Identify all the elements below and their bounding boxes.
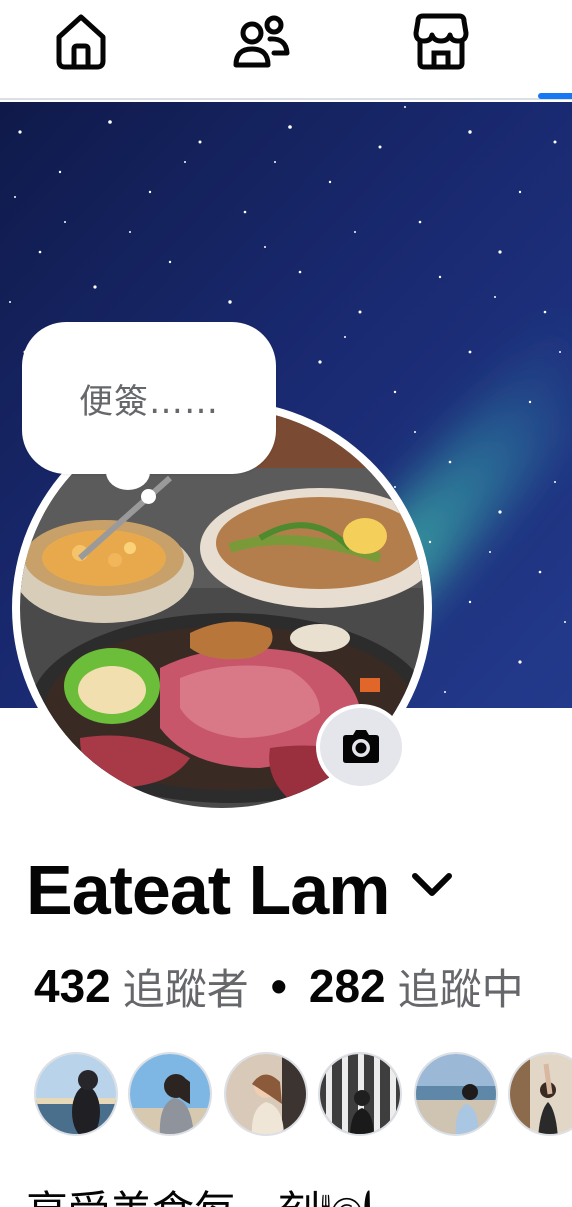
nav-marketplace-tab[interactable] xyxy=(408,10,474,72)
camera-icon xyxy=(343,730,379,763)
friends-avatar-strip xyxy=(0,1050,572,1140)
home-icon xyxy=(56,14,106,70)
friends-icon xyxy=(233,15,290,68)
friend-avatar[interactable] xyxy=(414,1052,498,1136)
friend-avatar[interactable] xyxy=(128,1052,212,1136)
profile-bio: 享受美食每一刻🍽 xyxy=(26,1178,373,1207)
nav-home-tab[interactable] xyxy=(48,10,114,72)
nav-friends-tab[interactable] xyxy=(228,10,294,72)
marketplace-icon xyxy=(413,13,469,70)
top-nav xyxy=(0,0,572,100)
following-label[interactable]: 追蹤中 xyxy=(398,956,524,1017)
note-text: 便簽…… xyxy=(79,381,219,422)
active-tab-indicator xyxy=(538,93,572,99)
change-profile-photo-button[interactable] xyxy=(316,704,406,790)
friend-avatar[interactable] xyxy=(34,1052,118,1136)
profile-name: Eateat Lam xyxy=(26,851,390,929)
profile-note-bubble[interactable]: 便簽…… xyxy=(22,322,276,474)
friend-avatar[interactable] xyxy=(318,1052,402,1136)
friend-avatar[interactable] xyxy=(224,1052,308,1136)
note-bubble-tail xyxy=(106,454,150,490)
followers-label[interactable]: 追蹤者 xyxy=(123,956,249,1017)
stats-separator: • xyxy=(270,960,287,1012)
following-count[interactable]: 282 xyxy=(309,959,386,1013)
follow-stats: 432 追蹤者 • 282 追蹤中 xyxy=(34,956,524,1016)
friend-avatar[interactable] xyxy=(508,1052,572,1136)
note-bubble-tail-dot xyxy=(141,489,156,504)
chevron-down-icon[interactable] xyxy=(409,865,455,905)
followers-count[interactable]: 432 xyxy=(34,959,111,1013)
profile-name-row[interactable]: Eateat Lam xyxy=(26,850,455,930)
